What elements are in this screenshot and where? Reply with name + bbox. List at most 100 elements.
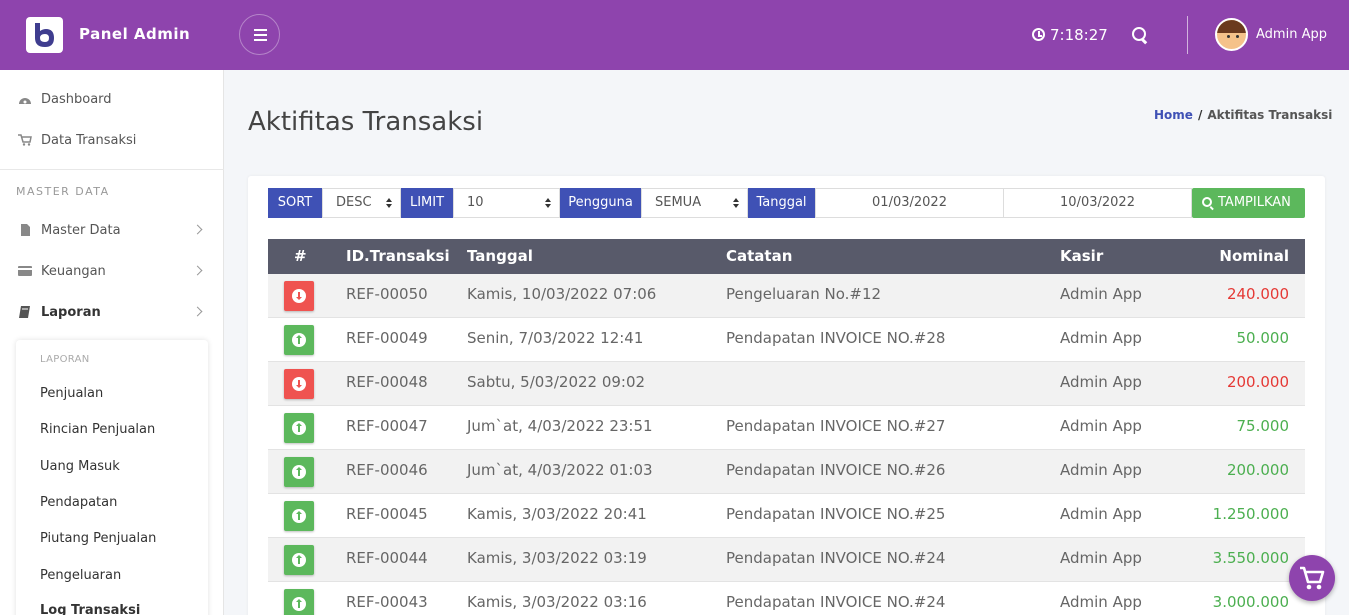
limit-select[interactable]: 10 [453, 188, 560, 218]
row-amount: 3.550.000 [1212, 549, 1289, 567]
row-amount: 1.250.000 [1212, 505, 1289, 523]
row-note: Pendapatan INVOICE NO.#28 [726, 329, 946, 347]
sort-select[interactable]: DESC [322, 188, 401, 218]
table-row: REF-00046 Jum`at, 4/03/2022 01:03 Pendap… [268, 450, 1305, 494]
brand-logo[interactable] [26, 17, 63, 53]
submenu-item-penjualan[interactable]: Penjualan [40, 386, 103, 401]
row-cashier: Admin App [1060, 373, 1142, 391]
chevron-right-icon [192, 306, 203, 317]
income-button[interactable] [284, 457, 314, 487]
row-note: Pendapatan INVOICE NO.#24 [726, 549, 946, 567]
breadcrumb-home-link[interactable]: Home [1154, 108, 1193, 122]
row-note: Pengeluaran No.#12 [726, 285, 882, 303]
user-name[interactable]: Admin App [1256, 27, 1327, 42]
expense-button[interactable] [284, 281, 314, 311]
arrow-up-circle-icon [292, 553, 306, 567]
breadcrumb-separator: / [1197, 108, 1203, 122]
column-header-date: Tanggal [467, 247, 533, 265]
file-icon [21, 224, 30, 236]
limit-select-value: 10 [467, 195, 484, 210]
sidebar-item-master-data[interactable]: Master Data [0, 210, 224, 251]
brand-name: Panel Admin [79, 25, 191, 43]
submenu-item-piutang-penjualan[interactable]: Piutang Penjualan [40, 531, 156, 546]
submenu-item-pengeluaran[interactable]: Pengeluaran [40, 568, 121, 583]
hamburger-icon [254, 29, 267, 31]
submenu-item-pendapatan[interactable]: Pendapatan [40, 495, 117, 510]
laporan-submenu: LAPORAN Penjualan Rincian Penjualan Uang… [16, 340, 208, 615]
column-header-amount: Nominal [1219, 247, 1289, 265]
sort-select-value: DESC [336, 195, 372, 210]
row-amount: 75.000 [1236, 417, 1290, 435]
row-date: Kamis, 3/03/2022 03:16 [467, 593, 647, 611]
date-label: Tanggal [748, 188, 815, 218]
column-header-number: # [294, 247, 307, 265]
table-row: REF-00048 Sabtu, 5/03/2022 09:02 Admin A… [268, 362, 1305, 406]
submenu-item-uang-masuk[interactable]: Uang Masuk [40, 459, 120, 474]
submenu-item-log-transaksi[interactable]: Log Transaksi [40, 603, 140, 615]
row-cashier: Admin App [1060, 505, 1142, 523]
table-row: REF-00047 Jum`at, 4/03/2022 23:51 Pendap… [268, 406, 1305, 450]
arrow-up-circle-icon [292, 597, 306, 611]
income-button[interactable] [284, 413, 314, 443]
breadcrumb: Home / Aktifitas Transaksi [1154, 108, 1332, 122]
income-button[interactable] [284, 325, 314, 355]
row-cashier: Admin App [1060, 549, 1142, 567]
column-header-note: Catatan [726, 247, 793, 265]
sidebar-item-laporan[interactable]: Laporan [0, 292, 224, 333]
menu-toggle-button[interactable] [239, 14, 280, 55]
income-button[interactable] [284, 545, 314, 575]
row-note: Pendapatan INVOICE NO.#25 [726, 505, 946, 523]
date-from-input[interactable]: 01/03/2022 [815, 188, 1004, 218]
row-cashier: Admin App [1060, 593, 1142, 611]
tampilkan-button[interactable]: TAMPILKAN [1192, 188, 1305, 218]
row-note: Pendapatan INVOICE NO.#26 [726, 461, 946, 479]
row-date: Kamis, 3/03/2022 20:41 [467, 505, 647, 523]
arrow-up-circle-icon [292, 465, 306, 479]
arrow-up-circle-icon [292, 333, 306, 347]
sidebar-item-label: Laporan [41, 305, 101, 320]
submenu-item-rincian-penjualan[interactable]: Rincian Penjualan [40, 422, 155, 437]
sidebar-item-dashboard[interactable]: Dashboard [0, 79, 224, 120]
logo-icon [35, 23, 54, 47]
clock-time: 7:18:27 [1050, 26, 1108, 44]
row-note: Pendapatan INVOICE NO.#27 [726, 417, 946, 435]
sidebar-item-data-transaksi[interactable]: Data Transaksi [0, 120, 224, 161]
row-cashier: Admin App [1060, 285, 1142, 303]
avatar-eye [1227, 35, 1230, 38]
sidebar-item-label: Master Data [41, 223, 121, 238]
row-id: REF-00045 [346, 505, 428, 523]
row-id: REF-00044 [346, 549, 428, 567]
income-button[interactable] [284, 589, 314, 615]
user-label: Pengguna [560, 188, 641, 218]
cart-fab-button[interactable] [1289, 555, 1335, 601]
row-amount: 3.000.000 [1212, 593, 1289, 611]
date-to-input[interactable]: 10/03/2022 [1003, 188, 1192, 218]
table-header: # ID.Transaksi Tanggal Catatan Kasir Nom… [268, 239, 1305, 274]
table-row: REF-00049 Senin, 7/03/2022 12:41 Pendapa… [268, 318, 1305, 362]
row-cashier: Admin App [1060, 417, 1142, 435]
avatar[interactable] [1215, 18, 1248, 51]
search-icon[interactable] [1131, 26, 1149, 44]
row-note: Pendapatan INVOICE NO.#24 [726, 593, 946, 611]
table-row: REF-00044 Kamis, 3/03/2022 03:19 Pendapa… [268, 538, 1305, 582]
table-row: REF-00045 Kamis, 3/03/2022 20:41 Pendapa… [268, 494, 1305, 538]
income-button[interactable] [284, 501, 314, 531]
breadcrumb-current: Aktifitas Transaksi [1207, 108, 1333, 122]
cart-icon [18, 134, 32, 146]
top-navbar: Panel Admin 7:18:27 Admin App [0, 0, 1349, 70]
expense-button[interactable] [284, 369, 314, 399]
row-date: Jum`at, 4/03/2022 23:51 [467, 417, 653, 435]
hamburger-icon-line [254, 39, 267, 41]
submenu-header: LAPORAN [40, 354, 90, 365]
row-cashier: Admin App [1060, 329, 1142, 347]
arrow-up-circle-icon [292, 509, 306, 523]
row-date: Senin, 7/03/2022 12:41 [467, 329, 644, 347]
row-amount: 50.000 [1236, 329, 1290, 347]
row-amount: 200.000 [1226, 461, 1289, 479]
table-row: REF-00043 Kamis, 3/03/2022 03:16 Pendapa… [268, 582, 1305, 615]
hamburger-icon-line [254, 34, 267, 36]
user-select[interactable]: SEMUA [641, 188, 748, 218]
sidebar-item-label: Data Transaksi [41, 133, 137, 148]
table-row: REF-00050 Kamis, 10/03/2022 07:06 Pengel… [268, 274, 1305, 318]
sidebar-item-keuangan[interactable]: Keuangan [0, 251, 224, 292]
